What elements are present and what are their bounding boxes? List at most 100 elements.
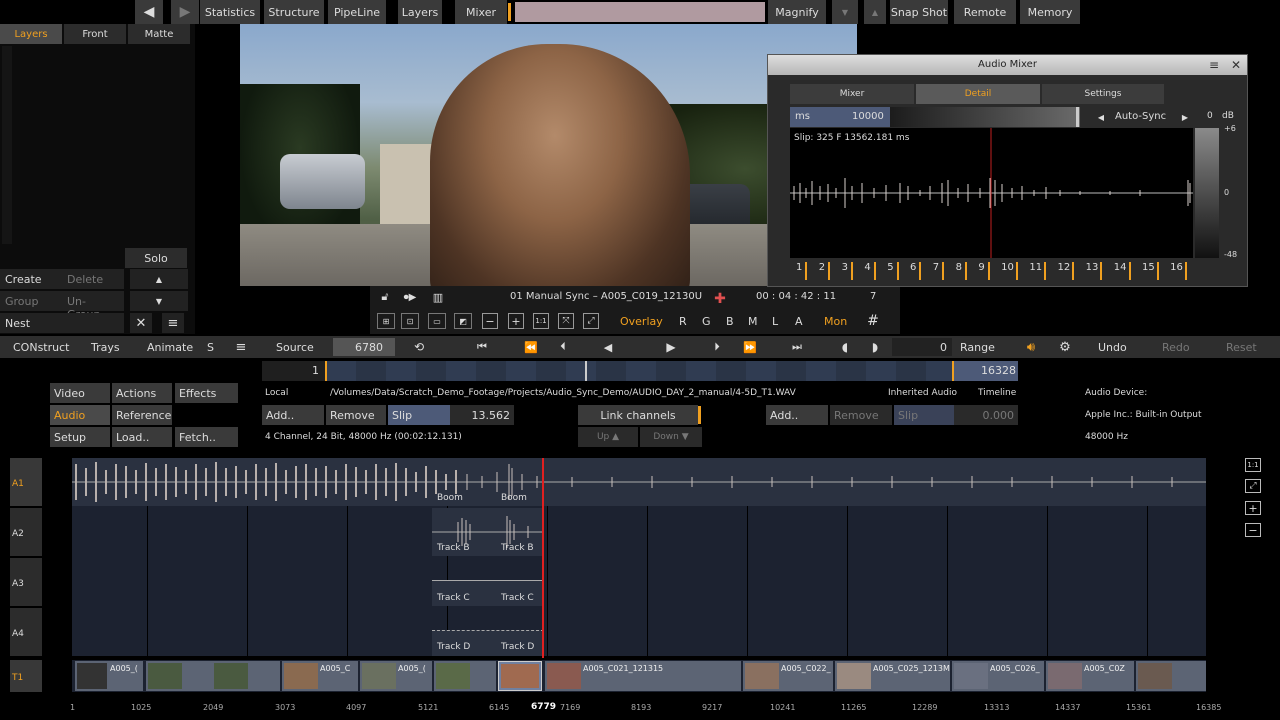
- slip-inherited-field[interactable]: 0.000: [954, 405, 1018, 425]
- go-to-end-icon[interactable]: ⏭: [787, 338, 807, 356]
- undo-button[interactable]: Undo: [1098, 341, 1127, 354]
- channel-m-button[interactable]: M: [748, 315, 758, 328]
- channel-l-button[interactable]: L: [772, 315, 778, 328]
- clip-1[interactable]: A005_(: [75, 661, 143, 691]
- fit-screen-icon[interactable]: ⤧: [558, 313, 574, 329]
- clip-5[interactable]: [434, 661, 496, 691]
- back-button[interactable]: ◀: [135, 0, 163, 24]
- speaker-icon[interactable]: 🔊︎: [1020, 338, 1042, 356]
- mark-in-icon[interactable]: ◖: [836, 338, 854, 356]
- prev-edit-icon[interactable]: ⏪: [521, 338, 541, 356]
- timeline-zoom-in-icon[interactable]: +: [1245, 501, 1261, 515]
- range-playhead[interactable]: [585, 361, 587, 381]
- menu-icon[interactable]: ≡: [162, 313, 184, 333]
- magnify-button[interactable]: Magnify: [768, 0, 826, 24]
- zoom-out-icon[interactable]: −: [482, 313, 498, 329]
- slip-inherited-button[interactable]: Slip: [894, 405, 954, 425]
- fullscreen-icon[interactable]: ⤢: [583, 313, 599, 329]
- channel-14[interactable]: 14: [1114, 262, 1131, 280]
- layers-scrollbar[interactable]: [2, 46, 12, 244]
- channel-11[interactable]: 11: [1029, 262, 1047, 280]
- menu-load[interactable]: Load..: [112, 427, 172, 447]
- play-icon[interactable]: ▶: [661, 338, 681, 356]
- snapshot-button[interactable]: Snap Shot: [890, 0, 948, 24]
- channel-5[interactable]: 5: [887, 262, 899, 280]
- channel-a-button[interactable]: A: [795, 315, 803, 328]
- toolbar-slider[interactable]: [515, 2, 765, 22]
- clip-7[interactable]: A005_C022_: [743, 661, 833, 691]
- timeline-fit-one-to-one-icon[interactable]: 1:1: [1245, 458, 1261, 472]
- next-edit-icon[interactable]: ⏩: [740, 338, 760, 356]
- redo-button[interactable]: Redo: [1162, 341, 1190, 354]
- mon-button[interactable]: Mon: [824, 315, 847, 328]
- remove-audio-button[interactable]: Remove: [326, 405, 386, 425]
- channel-6[interactable]: 6: [910, 262, 922, 280]
- channel-10[interactable]: 10: [1001, 262, 1018, 280]
- statistics-button[interactable]: Statistics: [200, 0, 260, 24]
- ms-slider[interactable]: [890, 107, 1080, 127]
- fit-frame-icon[interactable]: ⊡: [401, 313, 419, 329]
- magnify-down-button[interactable]: ▼: [832, 0, 858, 24]
- menu-actions[interactable]: Actions: [112, 383, 172, 403]
- menu-reference[interactable]: Reference: [112, 405, 172, 425]
- create-button[interactable]: Create: [0, 269, 62, 289]
- channel-1[interactable]: 1: [796, 262, 808, 280]
- overlay-button[interactable]: Overlay: [620, 315, 663, 328]
- channel-3[interactable]: 3: [842, 262, 853, 280]
- add-audio-button[interactable]: Add..: [262, 405, 324, 425]
- autosync-prev-icon[interactable]: ◀: [1094, 109, 1108, 125]
- magnify-up-button[interactable]: ▲: [864, 0, 886, 24]
- tab-front[interactable]: Front: [64, 24, 126, 44]
- channel-8[interactable]: 8: [956, 262, 967, 280]
- pipeline-button[interactable]: PipeLine: [328, 0, 386, 24]
- tab-detail[interactable]: Detail: [916, 84, 1040, 104]
- track-header-a2[interactable]: A2: [10, 508, 42, 556]
- timeline-zoom-out-icon[interactable]: −: [1245, 523, 1261, 537]
- track-header-a3[interactable]: A3: [10, 558, 42, 606]
- structure-button[interactable]: Structure: [264, 0, 324, 24]
- crosshair-icon[interactable]: ✚: [712, 291, 728, 307]
- channel-9[interactable]: 9: [978, 262, 990, 280]
- wipe-icon[interactable]: ◩: [454, 313, 472, 329]
- remove-inherited-button[interactable]: Remove: [830, 405, 892, 425]
- menu-fetch[interactable]: Fetch..: [175, 427, 238, 447]
- mixer-button[interactable]: Mixer: [455, 0, 507, 24]
- autosync-next-icon[interactable]: ▶: [1178, 109, 1192, 125]
- memory-button[interactable]: Memory: [1020, 0, 1080, 24]
- clip-8[interactable]: A005_C025_1213M: [835, 661, 950, 691]
- trays-button[interactable]: Trays: [91, 341, 120, 354]
- timeline-playhead[interactable]: [542, 458, 544, 658]
- mark-out-icon[interactable]: ◗: [866, 338, 884, 356]
- channel-down-button[interactable]: Down ▼: [640, 427, 702, 447]
- autosync-label[interactable]: Auto-Sync: [1115, 111, 1166, 122]
- move-down-button[interactable]: ▼: [130, 291, 188, 311]
- link-channels-button[interactable]: Link channels: [578, 405, 698, 425]
- track-header-a4[interactable]: A4: [10, 608, 42, 656]
- go-to-start-icon[interactable]: ⏮: [472, 338, 492, 356]
- track-header-t1[interactable]: T1: [10, 660, 42, 692]
- slip-value-field[interactable]: 13.562: [450, 405, 514, 425]
- close-icon[interactable]: ✕: [130, 313, 152, 333]
- channel-r-button[interactable]: R: [679, 315, 687, 328]
- window-close-icon[interactable]: ✕: [1228, 56, 1244, 74]
- play-reverse-icon[interactable]: ◀: [598, 338, 618, 356]
- timeline-fit-icon[interactable]: ⤢: [1245, 479, 1261, 493]
- tab-settings[interactable]: Settings: [1042, 84, 1164, 104]
- filmstrip-icon[interactable]: ▥: [428, 289, 448, 305]
- nest-field[interactable]: [62, 313, 124, 333]
- group-button[interactable]: Group: [0, 291, 62, 311]
- channel-15[interactable]: 15: [1142, 262, 1159, 280]
- prev-frame-icon[interactable]: ⏴: [553, 338, 573, 356]
- channel-4[interactable]: 4: [864, 262, 876, 280]
- clip-10[interactable]: A005_C0Z: [1046, 661, 1134, 691]
- clip-2[interactable]: [146, 661, 280, 691]
- clip-6[interactable]: A005_C021_121315: [545, 661, 741, 691]
- reset-button[interactable]: Reset: [1226, 341, 1257, 354]
- zoom-one-to-one-icon[interactable]: 1:1: [533, 313, 549, 329]
- zoom-in-icon[interactable]: +: [508, 313, 524, 329]
- next-frame-icon[interactable]: ⏵: [707, 338, 727, 356]
- s-button[interactable]: S: [207, 341, 214, 354]
- move-up-button[interactable]: ▲: [130, 269, 188, 289]
- clip-3[interactable]: A005_C: [282, 661, 358, 691]
- tab-layers[interactable]: Layers: [0, 24, 62, 44]
